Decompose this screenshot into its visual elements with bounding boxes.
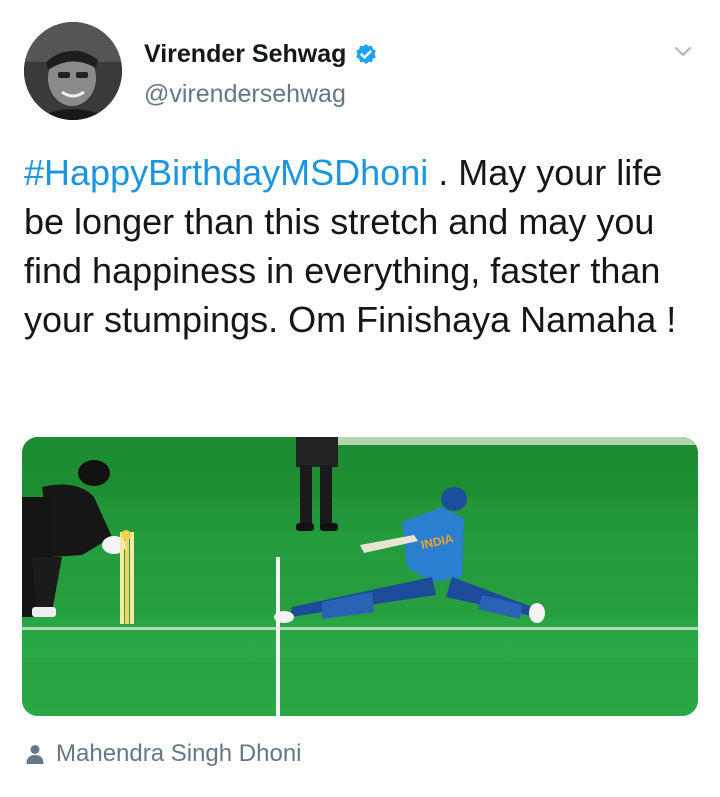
author-handle[interactable]: @virendersehwag: [144, 80, 346, 109]
author-name-row: Virender Sehwag: [144, 40, 378, 69]
verified-badge-icon: [354, 43, 378, 67]
tagged-people[interactable]: Mahendra Singh Dhoni: [26, 740, 302, 768]
cricket-photo: INDIA: [22, 437, 698, 716]
tweet-text: #HappyBirthdayMSDhoni . May your life be…: [24, 148, 704, 344]
avatar-photo: [24, 22, 122, 120]
tagged-person-name[interactable]: Mahendra Singh Dhoni: [56, 740, 302, 768]
person-icon: [26, 744, 44, 764]
chevron-down-icon[interactable]: [672, 40, 694, 62]
author-avatar[interactable]: [24, 22, 122, 120]
author-display-name[interactable]: Virender Sehwag: [144, 40, 346, 69]
hashtag-link[interactable]: #HappyBirthdayMSDhoni: [24, 152, 428, 193]
tweet-media[interactable]: INDIA: [22, 437, 698, 716]
